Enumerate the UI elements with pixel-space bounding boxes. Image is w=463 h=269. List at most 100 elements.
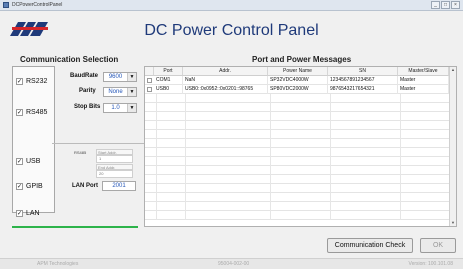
empty-table-row [145, 148, 449, 157]
empty-cell [398, 139, 401, 148]
status-version: Version: 100.101.08 [408, 261, 453, 267]
start-addr-input[interactable]: 1 [96, 155, 133, 163]
empty-cell [268, 157, 271, 166]
empty-cell [398, 202, 401, 211]
parity-select[interactable]: None ▼ [103, 87, 137, 97]
empty-cell [154, 184, 157, 193]
empty-cell [398, 112, 401, 121]
row-checkbox[interactable] [147, 87, 152, 92]
empty-cell [183, 157, 186, 166]
cell-port: USB0 [154, 85, 183, 94]
empty-cell [154, 121, 157, 130]
ports-section-title: Port and Power Messages [252, 55, 352, 64]
col-sn[interactable]: SN [328, 67, 398, 76]
empty-cell [183, 130, 186, 139]
empty-table-row [145, 157, 449, 166]
usb-label: USB [26, 158, 41, 165]
empty-cell [183, 166, 186, 175]
cell-sn: 9876543217654321 [328, 85, 398, 94]
empty-cell [268, 112, 271, 121]
empty-cell [398, 184, 401, 193]
status-code: 95004-002-00 [218, 261, 250, 267]
scroll-down-icon[interactable]: ▼ [450, 220, 456, 226]
usb-checkbox[interactable]: ✓ [16, 158, 23, 165]
chevron-down-icon[interactable]: ▼ [127, 104, 136, 112]
chevron-down-icon[interactable]: ▼ [127, 88, 136, 96]
close-icon[interactable]: × [451, 1, 460, 9]
empty-table-row [145, 112, 449, 121]
empty-cell [183, 103, 186, 112]
cell-power-name: SP80VDC2000W [268, 85, 328, 94]
row-checkbox[interactable] [147, 78, 152, 83]
cell-role: Master [398, 76, 449, 85]
empty-cell [183, 193, 186, 202]
empty-table-row [145, 103, 449, 112]
cell-sn: 1234567891234567 [328, 76, 398, 85]
lan-checkbox[interactable]: ✓ [16, 210, 23, 217]
empty-cell [268, 103, 271, 112]
end-addr-input[interactable]: 20 [96, 170, 133, 178]
empty-cell [154, 193, 157, 202]
empty-cell [398, 193, 401, 202]
app-icon [3, 2, 9, 8]
empty-table-row [145, 166, 449, 175]
baudrate-select[interactable]: 9600 ▼ [103, 72, 137, 82]
table-row[interactable]: USB0 USB0::0x0952::0x0201::98765 SP80VDC… [145, 85, 449, 94]
stopbits-select[interactable]: 1.0 ▼ [103, 103, 137, 113]
option-gpib[interactable]: ✓ GPIB [16, 183, 43, 190]
option-rs485[interactable]: ✓ RS485 [16, 109, 47, 116]
maximize-icon[interactable]: □ [441, 1, 450, 9]
empty-cell [328, 121, 331, 130]
empty-cell [328, 211, 331, 220]
option-usb[interactable]: ✓ USB [16, 158, 40, 165]
empty-cell [328, 130, 331, 139]
col-addr[interactable]: Addr. [183, 67, 268, 76]
option-lan[interactable]: ✓ LAN [16, 210, 40, 217]
cell-addr: NaN [183, 76, 268, 85]
empty-cell [328, 175, 331, 184]
scroll-up-icon[interactable]: ▲ [450, 67, 456, 73]
col-port[interactable]: Port [154, 67, 183, 76]
page-title: DC Power Control Panel [144, 22, 319, 39]
comm-section-title: Communication Selection [20, 55, 119, 64]
progress-bar [12, 226, 138, 228]
parity-label: Parity [79, 88, 96, 94]
cell-addr: USB0::0x0952::0x0201::98765 [183, 85, 268, 94]
col-power-name[interactable]: Power Name [268, 67, 328, 76]
table-header-check [145, 67, 154, 76]
empty-cell [268, 94, 271, 103]
empty-cell [328, 202, 331, 211]
empty-table-row [145, 175, 449, 184]
empty-cell [268, 184, 271, 193]
table-scrollbar[interactable]: ▲ ▼ [449, 67, 456, 226]
divider [52, 143, 145, 144]
rs485-label: RS485 [26, 109, 48, 116]
gpib-checkbox[interactable]: ✓ [16, 183, 23, 190]
communication-check-button[interactable]: Communication Check [327, 238, 413, 253]
empty-cell [398, 211, 401, 220]
empty-table-row [145, 94, 449, 103]
window-title: DCPowerControlPanel [12, 2, 63, 8]
cell-power-name: SP32VDC4000W [268, 76, 328, 85]
rs232-label: RS232 [26, 78, 48, 85]
minimize-icon[interactable]: _ [431, 1, 440, 9]
empty-cell [268, 148, 271, 157]
empty-cell [328, 184, 331, 193]
col-master-slave[interactable]: Master/Slave [398, 67, 449, 76]
option-rs232[interactable]: ✓ RS232 [16, 78, 47, 85]
rs485-checkbox[interactable]: ✓ [16, 109, 23, 116]
empty-cell [398, 157, 401, 166]
empty-cell [183, 139, 186, 148]
baudrate-value: 9600 [108, 74, 123, 80]
table-row[interactable]: COM1 NaN SP32VDC4000W 1234567891234567 M… [145, 76, 449, 85]
stopbits-value: 1.0 [111, 105, 120, 111]
empty-cell [398, 130, 401, 139]
rs232-checkbox[interactable]: ✓ [16, 78, 23, 85]
status-company: APM Technologies [37, 261, 79, 267]
chevron-down-icon[interactable]: ▼ [127, 73, 136, 81]
empty-cell [398, 166, 401, 175]
lan-port-input[interactable]: 2001 [102, 181, 136, 191]
window-controls: _ □ × [431, 1, 460, 9]
empty-cell [183, 202, 186, 211]
ok-button[interactable]: OK [420, 238, 456, 253]
